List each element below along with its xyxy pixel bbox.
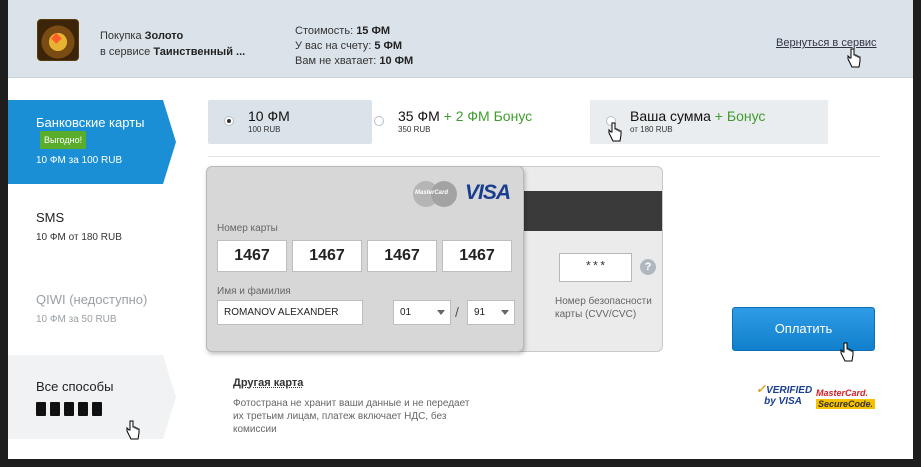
phone-icon — [36, 402, 46, 416]
sidebar-item-label: Все способы — [36, 379, 114, 394]
purchase-info: Покупка Золото в сервисе Таинственный ..… — [100, 28, 245, 60]
cvv-label: Номер безопасности карты (CVV/CVC) — [555, 296, 652, 320]
hand-cursor-icon — [126, 420, 140, 440]
back-to-service-link[interactable]: Вернуться в сервис — [776, 37, 877, 49]
chevron-down-icon — [437, 310, 445, 315]
method-icons — [36, 402, 163, 416]
bank-icon — [78, 402, 88, 416]
option-amount: 35 ФМ — [398, 108, 440, 124]
card-number-field-3[interactable]: 1467 — [367, 240, 437, 272]
other-card-link[interactable]: Другая карта — [233, 377, 303, 389]
payment-methods-sidebar: Банковские картыВыгодно! 10 ФМ за 100 RU… — [8, 78, 176, 459]
visa-logo: VISA — [465, 181, 511, 204]
radio-button[interactable] — [374, 116, 384, 126]
cost-summary: Стоимость: 15 ФМ У вас на счету: 5 ФМ Ва… — [295, 24, 413, 69]
hand-cursor-icon — [608, 122, 622, 142]
shortage-label: Вам не хватает: — [295, 55, 380, 67]
sidebar-item-qiwi: QIWI (недоступно) 10 ФМ за 50 RUB — [8, 292, 163, 325]
profit-badge: Выгодно! — [40, 131, 87, 149]
expiry-month-value: 01 — [400, 307, 412, 318]
sidebar-item-price: 10 ФМ за 100 RUB — [36, 155, 123, 166]
radio-button[interactable] — [224, 116, 234, 126]
option-bonus: + 2 ФМ Бонус — [439, 108, 533, 124]
option-amount: 10 ФМ — [248, 108, 290, 124]
vbv-line2: by VISA — [764, 396, 802, 407]
shortage-value: 10 ФМ — [379, 55, 414, 67]
cardholder-name-label: Имя и фамилия — [217, 286, 291, 297]
mastercard-securecode-logo: MasterCard. SecureCode. — [816, 388, 878, 416]
sidebar-item-price: 10 ФМ за 50 RUB — [36, 314, 117, 325]
option-custom-amount[interactable]: Ваша сумма + Бонус от 180 RUB — [590, 100, 828, 144]
purchase-item: Золото — [144, 30, 184, 42]
sidebar-item-label: QIWI (недоступно) — [36, 292, 148, 307]
mcsc-line1: MasterCard. — [816, 388, 869, 398]
magnetic-stripe — [514, 191, 662, 231]
vbv-line1: VERIFIED — [766, 385, 813, 396]
sidebar-item-label: SMS — [36, 210, 65, 225]
expiry-month-select[interactable]: 01 — [393, 300, 451, 325]
service-name: Таинственный ... — [153, 46, 246, 58]
treasure-chest-icon — [37, 19, 79, 61]
expiry-year-value: 91 — [474, 307, 486, 318]
option-price: 350 RUB — [398, 125, 431, 134]
sidebar-item-label: Банковские карты — [36, 115, 145, 130]
mastercard-logo: MasterCard — [413, 181, 457, 207]
option-10fm[interactable]: 10 ФМ 100 RUB — [208, 100, 372, 144]
card-number-field-4[interactable]: 1467 — [442, 240, 512, 272]
option-price: от 180 RUB — [630, 125, 673, 134]
wallet-icon — [50, 402, 60, 416]
option-price: 100 RUB — [248, 125, 281, 134]
card-front: MasterCard VISA Номер карты 1467 1467 14… — [206, 166, 524, 352]
card-icon — [92, 402, 102, 416]
service-prefix: в сервисе — [100, 46, 154, 58]
card-number-field-2[interactable]: 1467 — [292, 240, 362, 272]
purchase-prefix: Покупка — [100, 30, 145, 42]
expiry-separator: / — [455, 304, 459, 320]
security-info-text: Фотострана не хранит ваши данные и не пе… — [233, 398, 470, 435]
mastercard-text: MasterCard — [415, 190, 449, 196]
expiry-year-select[interactable]: 91 — [467, 300, 515, 325]
option-35fm[interactable]: 35 ФМ + 2 ФМ Бонус 350 RUB — [358, 100, 583, 144]
hand-cursor-icon — [847, 48, 861, 68]
chevron-down-icon — [501, 310, 509, 315]
sidebar-item-sms[interactable]: SMS 10 ФМ от 180 RUB — [8, 210, 163, 243]
terminal-icon — [64, 402, 74, 416]
option-bonus: + Бонус — [710, 108, 766, 124]
verified-by-visa-logo: ✓VERIFIED by VISA — [756, 382, 813, 407]
payment-window: Покупка Золото в сервисе Таинственный ..… — [8, 0, 913, 459]
card-number-label: Номер карты — [217, 223, 278, 234]
option-amount: Ваша сумма — [630, 108, 711, 124]
sidebar-item-price: 10 ФМ от 180 RUB — [36, 232, 122, 243]
cvv-input[interactable]: *** — [559, 253, 632, 282]
header: Покупка Золото в сервисе Таинственный ..… — [8, 0, 913, 78]
cost-label: Стоимость: — [295, 25, 357, 37]
divider — [208, 156, 880, 157]
card-back: *** ? Номер безопасности карты (CVV/CVC) — [513, 166, 663, 352]
hand-cursor-icon — [840, 342, 854, 362]
sidebar-item-bank-cards[interactable]: Банковские картыВыгодно! 10 ФМ за 100 RU… — [8, 100, 176, 184]
balance-value: 5 ФМ — [374, 40, 403, 52]
card-number-field-1[interactable]: 1467 — [217, 240, 287, 272]
mcsc-line2: SecureCode. — [816, 399, 876, 409]
cost-value: 15 ФМ — [356, 25, 391, 37]
help-icon[interactable]: ? — [640, 259, 656, 275]
balance-label: У вас на счету: — [295, 40, 375, 52]
cardholder-name-input[interactable]: ROMANOV ALEXANDER — [217, 300, 363, 325]
